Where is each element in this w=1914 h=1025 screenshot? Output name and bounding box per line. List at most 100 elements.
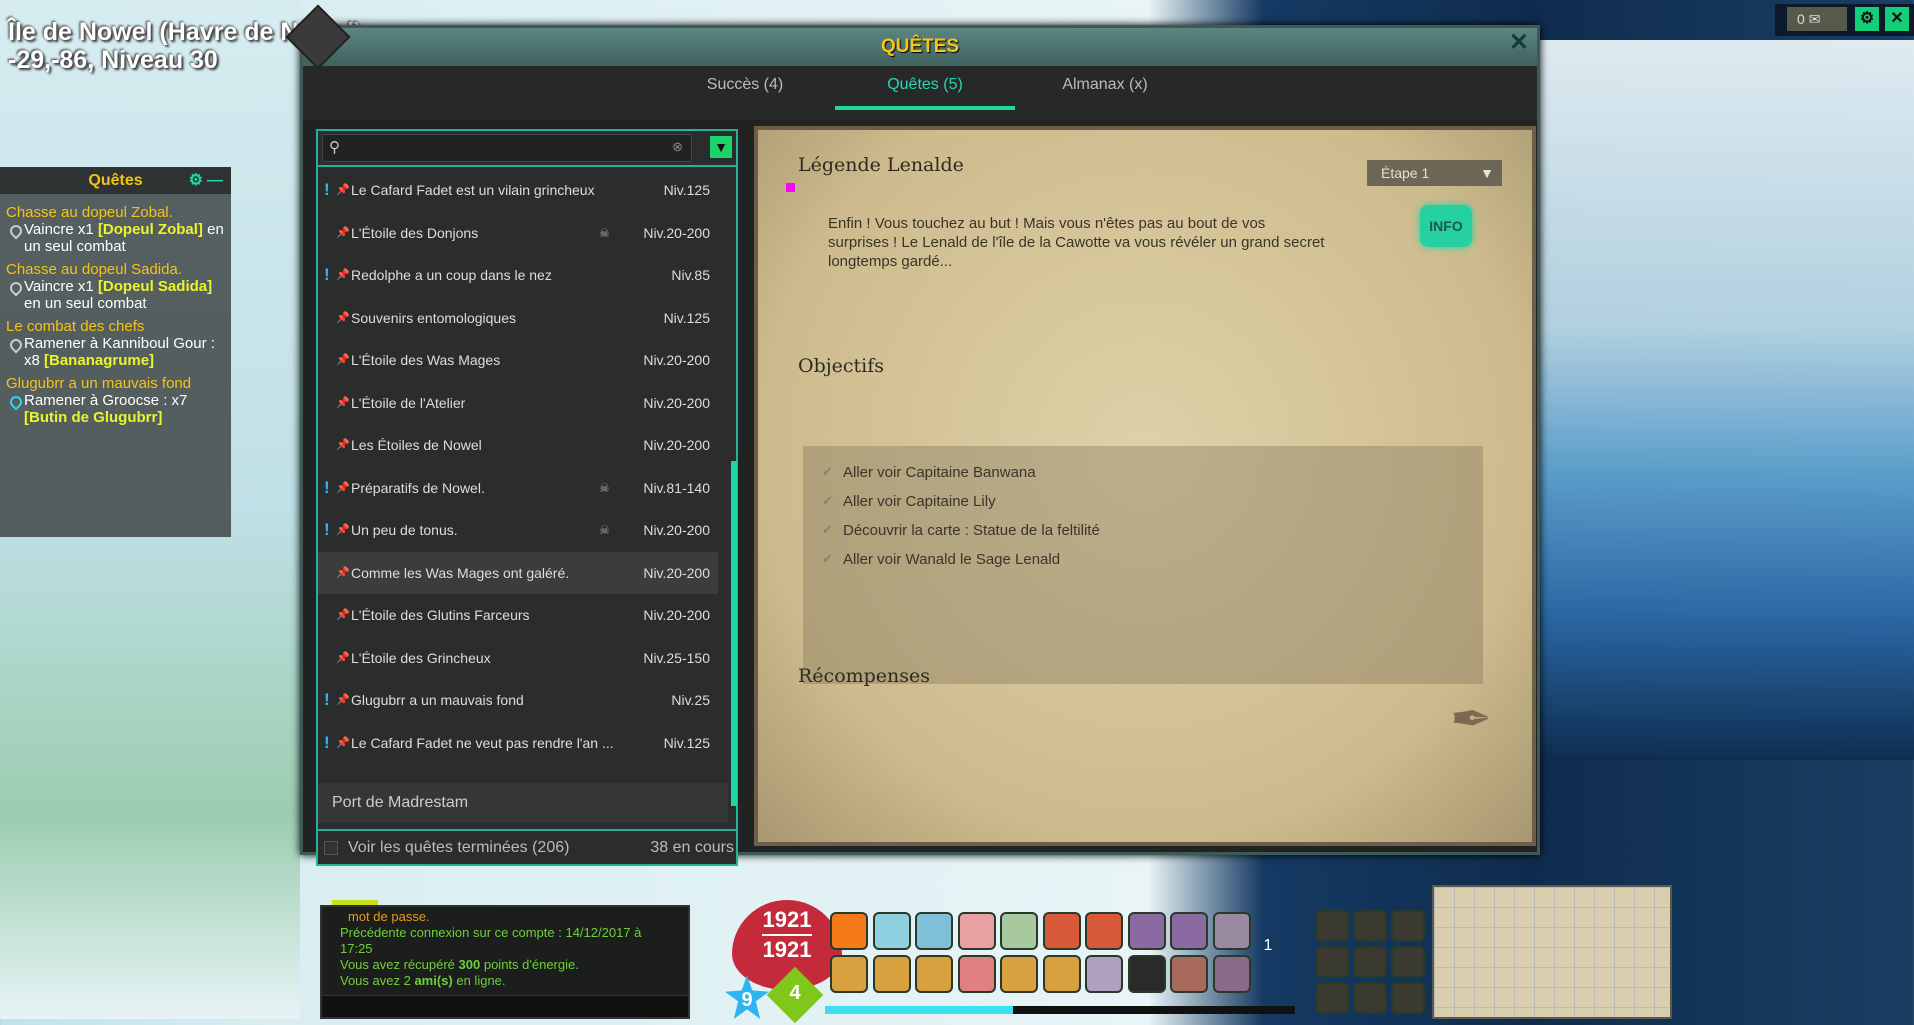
quest-row[interactable]: 📌 L'Étoile des Was Mages Niv.20-200 — [318, 339, 718, 381]
tracker-quest-title[interactable]: Le combat des chefs — [6, 318, 225, 335]
quest-level: Niv.25 — [671, 692, 710, 708]
item-slot[interactable] — [1127, 955, 1166, 993]
quest-row[interactable]: ! 📌 Le Cafard Fadet est un vilain grinch… — [318, 169, 718, 211]
pin-icon[interactable]: 📌 — [336, 424, 350, 466]
item-slot[interactable] — [1042, 955, 1081, 993]
pin-icon[interactable]: 📌 — [336, 212, 350, 254]
shortcut-page-number: 1 — [1263, 937, 1273, 954]
close-game-icon[interactable]: ✕ — [1885, 7, 1909, 31]
tracker-quest-title[interactable]: Chasse au dopeul Zobal. — [6, 204, 225, 221]
spell-slot[interactable] — [1127, 912, 1166, 950]
tracker-quest-title[interactable]: Glugubrr a un mauvais fond — [6, 375, 225, 392]
quest-row[interactable]: 📌 L'Étoile des Glutins Farceurs Niv.20-2… — [318, 594, 718, 636]
pin-icon[interactable]: 📌 — [336, 467, 350, 509]
info-button[interactable]: INFO — [1420, 205, 1472, 247]
chat-panel: mot de passe. Précédente connexion sur c… — [320, 905, 690, 1019]
pin-icon[interactable]: 📌 — [336, 509, 350, 551]
menu-shortcut-button[interactable] — [1315, 946, 1349, 978]
item-slot[interactable] — [1085, 955, 1123, 993]
quest-row[interactable]: 📌 Comme les Was Mages ont galéré. Niv.20… — [318, 551, 718, 594]
alert-icon: ! — [324, 265, 330, 284]
window-title-bar[interactable]: QUÊTES — [303, 28, 1537, 66]
spell-slot[interactable] — [872, 912, 911, 950]
area-header[interactable]: Port de Madrestam — [318, 783, 728, 823]
show-finished-checkbox[interactable] — [324, 841, 338, 855]
spell-slot[interactable] — [830, 912, 868, 950]
menu-shortcut-button[interactable] — [1315, 910, 1349, 942]
menu-shortcut-button[interactable] — [1391, 910, 1425, 942]
tracker-quest-title[interactable]: Chasse au dopeul Sadida. — [6, 261, 225, 278]
pin-icon[interactable]: 📌 — [336, 254, 350, 296]
movement-points: 4 — [789, 982, 801, 1004]
quest-row[interactable]: ! 📌 Glugubrr a un mauvais fond Niv.25 — [318, 679, 718, 721]
settings-gear-icon[interactable]: ⚙ — [1855, 7, 1879, 31]
chat-input[interactable] — [322, 995, 688, 1017]
pin-icon[interactable]: 📌 — [336, 339, 350, 381]
pin-icon[interactable]: 📌 — [336, 637, 350, 679]
pin-icon[interactable]: 📌 — [336, 382, 350, 424]
spell-slot[interactable] — [1212, 912, 1251, 950]
quest-name: Redolphe a un coup dans le nez — [351, 267, 552, 283]
spell-slot[interactable] — [915, 912, 953, 950]
quest-level: Niv.20-200 — [643, 437, 710, 453]
spell-slot[interactable] — [1000, 912, 1038, 950]
menu-shortcut-button[interactable] — [1353, 946, 1387, 978]
filter-button[interactable]: ▼ — [710, 136, 732, 158]
item-slot[interactable] — [1170, 955, 1208, 993]
spell-slot[interactable] — [1170, 912, 1208, 950]
tab-almanax[interactable]: Almanax (x) — [1015, 76, 1195, 94]
spell-slot[interactable] — [1042, 912, 1081, 950]
quest-name: Préparatifs de Nowel. — [351, 479, 485, 496]
menu-shortcut-button[interactable] — [1315, 982, 1349, 1014]
mail-button[interactable]: 0 ✉ — [1787, 7, 1847, 31]
xp-bar — [825, 1006, 1295, 1014]
quest-row[interactable]: 📌 Les Étoiles de Nowel Niv.20-200 — [318, 424, 718, 466]
item-slot[interactable] — [1212, 955, 1251, 993]
pin-icon[interactable]: 📌 — [336, 169, 350, 211]
gear-icon[interactable]: ⚙ — [189, 167, 203, 194]
item-slot[interactable] — [1000, 955, 1038, 993]
pin-icon[interactable]: 📌 — [336, 679, 350, 721]
item-slot[interactable] — [872, 955, 911, 993]
tab-bar: Succès (4) Quêtes (5) Almanax (x) — [303, 66, 1537, 120]
pin-icon[interactable]: 📌 — [336, 722, 350, 764]
quest-row[interactable]: 📌 L'Étoile des Grincheux Niv.25-150 — [318, 637, 718, 679]
pin-icon[interactable]: 📌 — [336, 297, 350, 339]
hp-current: 1921 — [762, 907, 812, 932]
item-slot[interactable] — [915, 955, 953, 993]
search-input[interactable]: ⚲ ⊗ — [322, 134, 692, 162]
list-scrollbar[interactable] — [731, 461, 737, 806]
menu-shortcut-button[interactable] — [1353, 910, 1387, 942]
minimap[interactable] — [1432, 885, 1672, 1019]
menu-shortcut-button[interactable] — [1391, 982, 1425, 1014]
spell-slot[interactable] — [957, 912, 996, 950]
quest-row[interactable]: ! 📌 Préparatifs de Nowel. ☠ Niv.81-140 — [318, 467, 718, 509]
mail-count: 0 — [1797, 11, 1805, 27]
quest-detail-panel: Légende Lenalde Étape 1 ▼ INFO Enfin ! Vo… — [754, 126, 1536, 846]
quest-row[interactable]: ! 📌 Le Cafard Fadet ne veut pas rendre l… — [318, 722, 718, 764]
item-slot[interactable] — [830, 955, 868, 993]
quest-row[interactable]: 📌 L'Étoile des Donjons ☠ Niv.20-200 — [318, 212, 718, 254]
quest-row[interactable]: ! 📌 Un peu de tonus. ☠ Niv.20-200 — [318, 509, 718, 551]
quest-row[interactable]: ! 📌 Redolphe a un coup dans le nez Niv.8… — [318, 254, 718, 296]
show-finished-label[interactable]: Voir les quêtes terminées (206) — [348, 831, 569, 864]
quest-list-panel: ⚲ ⊗ ▼ ! 📌 Le Cafard Fadet est un vilain … — [316, 129, 738, 866]
quest-row[interactable]: 📌 L'Étoile de l'Atelier Niv.20-200 — [318, 382, 718, 424]
clear-search-icon[interactable]: ⊗ — [672, 139, 683, 155]
quest-name: Les Étoiles de Nowel — [351, 437, 482, 453]
pin-icon[interactable]: 📌 — [336, 552, 350, 594]
step-dropdown[interactable]: Étape 1 ▼ — [1367, 160, 1502, 186]
menu-shortcut-button[interactable] — [1391, 946, 1425, 978]
quest-level: Niv.85 — [671, 267, 710, 283]
pin-icon[interactable]: 📌 — [336, 594, 350, 636]
quest-row[interactable]: 📌 Souvenirs entomologiques Niv.125 — [318, 297, 718, 339]
item-slot[interactable] — [957, 955, 996, 993]
alert-icon: ! — [324, 477, 330, 497]
close-button[interactable]: ✕ — [1509, 28, 1529, 57]
quest-name: L'Étoile des Donjons — [351, 224, 479, 241]
minimize-icon[interactable]: — — [207, 167, 223, 194]
tab-succes[interactable]: Succès (4) — [655, 76, 835, 94]
tab-quetes[interactable]: Quêtes (5) — [835, 76, 1015, 110]
menu-shortcut-button[interactable] — [1353, 982, 1387, 1014]
spell-slot[interactable] — [1085, 912, 1123, 950]
